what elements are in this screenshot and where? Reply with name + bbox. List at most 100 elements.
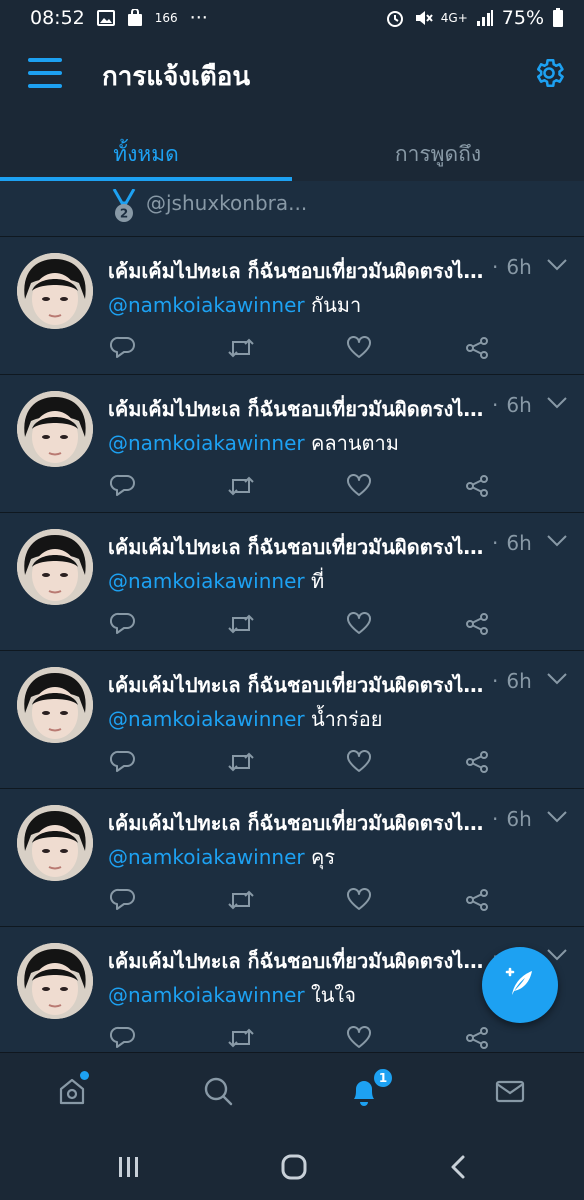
notification-title: เค้มเค้มไปทะเล ก็ฉันชอบเที่ยวมันผิดตรงไห… <box>108 259 490 283</box>
list-item[interactable]: เค้มเค้มไปทะเล ก็ฉันชอบเที่ยวมันผิดตรงไห… <box>0 789 584 927</box>
heart-icon[interactable] <box>344 333 374 363</box>
reply-icon[interactable] <box>108 747 138 777</box>
reply-icon[interactable] <box>108 471 138 501</box>
status-time: 08:52 <box>30 7 85 29</box>
hamburger-icon[interactable] <box>28 58 62 88</box>
notification-text: น้ำกร่อย <box>310 707 383 731</box>
notification-time: ·6h <box>492 669 532 693</box>
notification-time: ·6h <box>492 255 532 279</box>
time-value: 6h <box>506 393 532 417</box>
shopping-bag-icon <box>127 9 143 27</box>
list-item-partial[interactable]: 2 @jshuxkonbra... <box>0 181 584 237</box>
retweet-icon[interactable] <box>226 333 256 363</box>
action-bar <box>108 1023 488 1052</box>
tab-all[interactable]: ทั้งหมด <box>0 128 292 181</box>
chevron-down-icon[interactable] <box>546 395 568 414</box>
recent-apps-icon[interactable] <box>114 1152 144 1182</box>
mention-link[interactable]: @namkoiakawinner <box>108 845 305 869</box>
reply-icon[interactable] <box>108 1023 138 1052</box>
share-icon[interactable] <box>462 609 492 639</box>
retweet-icon[interactable] <box>226 885 256 915</box>
reply-icon[interactable] <box>108 609 138 639</box>
chevron-down-icon[interactable] <box>546 533 568 552</box>
retweet-icon[interactable] <box>226 609 256 639</box>
notification-title: เค้มเค้มไปทะเล ก็ฉันชอบเที่ยวมันผิดตรงไห… <box>108 535 490 559</box>
gear-icon[interactable] <box>532 56 566 90</box>
compose-button[interactable] <box>482 947 558 1023</box>
avatar[interactable] <box>17 805 93 881</box>
share-icon[interactable] <box>462 471 492 501</box>
reply-icon[interactable] <box>108 885 138 915</box>
compose-feather-icon <box>500 963 540 1007</box>
system-nav-bar <box>0 1132 584 1200</box>
chevron-down-icon[interactable] <box>546 809 568 828</box>
notifications-feed[interactable]: 2 @jshuxkonbra... เค้มเค้มไปทะเล ก็ฉันชอ… <box>0 181 584 1052</box>
medal-icon: 2 <box>110 188 138 233</box>
bottom-nav: 1 <box>0 1052 584 1132</box>
app-header: การแจ้งเตือน ทั้งหมด การพูดถึง <box>0 36 584 181</box>
mention-link[interactable]: @namkoiakawinner <box>108 293 305 317</box>
alarm-icon <box>385 8 405 28</box>
home-circle-icon[interactable] <box>279 1152 309 1182</box>
list-item[interactable]: เค้มเค้มไปทะเล ก็ฉันชอบเที่ยวมันผิดตรงไห… <box>0 375 584 513</box>
notification-title: เค้มเค้มไปทะเล ก็ฉันชอบเที่ยวมันผิดตรงไห… <box>108 811 490 835</box>
retweet-icon[interactable] <box>226 1023 256 1052</box>
reply-icon[interactable] <box>108 333 138 363</box>
notification-body: @namkoiakawinner กันมา <box>108 289 361 321</box>
back-icon[interactable] <box>443 1152 473 1182</box>
heart-icon[interactable] <box>344 747 374 777</box>
notification-body: @namkoiakawinner คลานตาม <box>108 427 399 459</box>
share-icon[interactable] <box>462 885 492 915</box>
tab-mentions[interactable]: การพูดถึง <box>292 128 584 181</box>
notification-body: @namkoiakawinner คุร <box>108 841 335 873</box>
notification-text: คลานตาม <box>310 431 399 455</box>
mention-link[interactable]: @namkoiakawinner <box>108 569 305 593</box>
notification-text: ที่ <box>310 569 325 593</box>
mention-link[interactable]: @namkoiakawinner <box>108 983 305 1007</box>
search-icon[interactable] <box>198 1071 238 1111</box>
action-bar <box>108 333 488 363</box>
heart-icon[interactable] <box>344 609 374 639</box>
signal-icon <box>476 9 494 27</box>
notification-body: @namkoiakawinner ที่ <box>108 565 324 597</box>
notification-body: @namkoiakawinner น้ำกร่อย <box>108 703 382 735</box>
home-icon[interactable] <box>52 1071 92 1111</box>
action-bar <box>108 747 488 777</box>
mention-link[interactable]: @namkoiakawinner <box>108 431 305 455</box>
more-notifications-indicator: ··· <box>189 7 208 29</box>
heart-icon[interactable] <box>344 885 374 915</box>
heart-icon[interactable] <box>344 1023 374 1052</box>
retweet-icon[interactable] <box>226 471 256 501</box>
battery-percent: 75% <box>501 7 544 29</box>
chevron-down-icon[interactable] <box>546 257 568 276</box>
notification-time: ·6h <box>492 807 532 831</box>
home-badge-dot <box>80 1071 89 1080</box>
status-bar: 08:52 166 ··· 4G+ 75% <box>0 0 584 36</box>
share-icon[interactable] <box>462 1023 492 1052</box>
notification-text: ในใจ <box>310 983 356 1007</box>
chevron-down-icon[interactable] <box>546 671 568 690</box>
partial-user-handle: @jshuxkonbra... <box>146 191 308 215</box>
avatar[interactable] <box>17 667 93 743</box>
tab-mentions-label: การพูดถึง <box>394 142 482 166</box>
retweet-icon[interactable] <box>226 747 256 777</box>
heart-icon[interactable] <box>344 471 374 501</box>
action-bar <box>108 885 488 915</box>
avatar[interactable] <box>17 253 93 329</box>
network-type: 4G+ <box>440 11 468 25</box>
list-item[interactable]: เค้มเค้มไปทะเล ก็ฉันชอบเที่ยวมันผิดตรงไห… <box>0 237 584 375</box>
time-value: 6h <box>506 669 532 693</box>
page-title: การแจ้งเตือน <box>102 62 251 92</box>
avatar[interactable] <box>17 391 93 467</box>
share-icon[interactable] <box>462 333 492 363</box>
mention-link[interactable]: @namkoiakawinner <box>108 707 305 731</box>
avatar[interactable] <box>17 943 93 1019</box>
mail-icon[interactable] <box>490 1071 530 1111</box>
battery-icon <box>552 8 564 28</box>
avatar[interactable] <box>17 529 93 605</box>
list-item[interactable]: เค้มเค้มไปทะเล ก็ฉันชอบเที่ยวมันผิดตรงไห… <box>0 651 584 789</box>
list-item[interactable]: เค้มเค้มไปทะเล ก็ฉันชอบเที่ยวมันผิดตรงไห… <box>0 513 584 651</box>
notification-text: คุร <box>310 845 336 869</box>
share-icon[interactable] <box>462 747 492 777</box>
time-value: 6h <box>506 531 532 555</box>
